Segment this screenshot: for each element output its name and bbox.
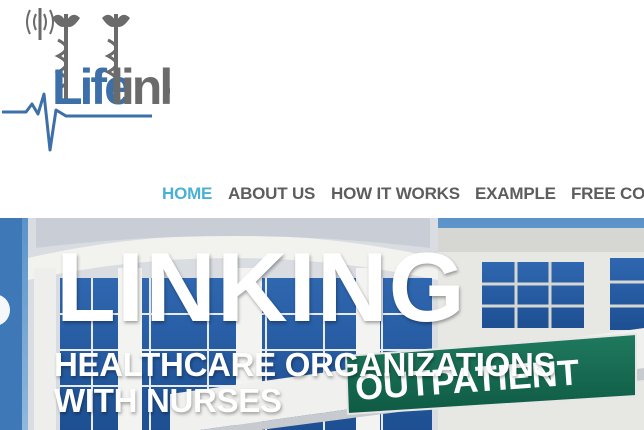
signal-icon — [26, 8, 54, 40]
hero-slider: OUTPATIENT LINKING HEALTHCARE ORGANIZATI… — [0, 218, 644, 430]
lifelink-logo[interactable]: Life link — [0, 0, 190, 160]
hero-subtitle-line1: HEALTHCARE ORGANIZATIONS — [54, 346, 556, 383]
nav-home[interactable]: HOME — [162, 184, 212, 204]
svg-text:link: link — [110, 59, 170, 115]
hero-title: LINKING — [56, 232, 466, 342]
nav-example[interactable]: EXAMPLE — [475, 184, 556, 204]
nav-free-consultation[interactable]: FREE CO — [571, 184, 644, 204]
nav-how-it-works[interactable]: HOW IT WORKS — [331, 184, 460, 204]
nav-about-us[interactable]: ABOUT US — [228, 184, 315, 204]
site-header: Life link HOME ABOUT US HOW IT WORKS EXA… — [0, 0, 644, 218]
hero-subtitle-line2: WITH NURSES — [54, 382, 282, 419]
